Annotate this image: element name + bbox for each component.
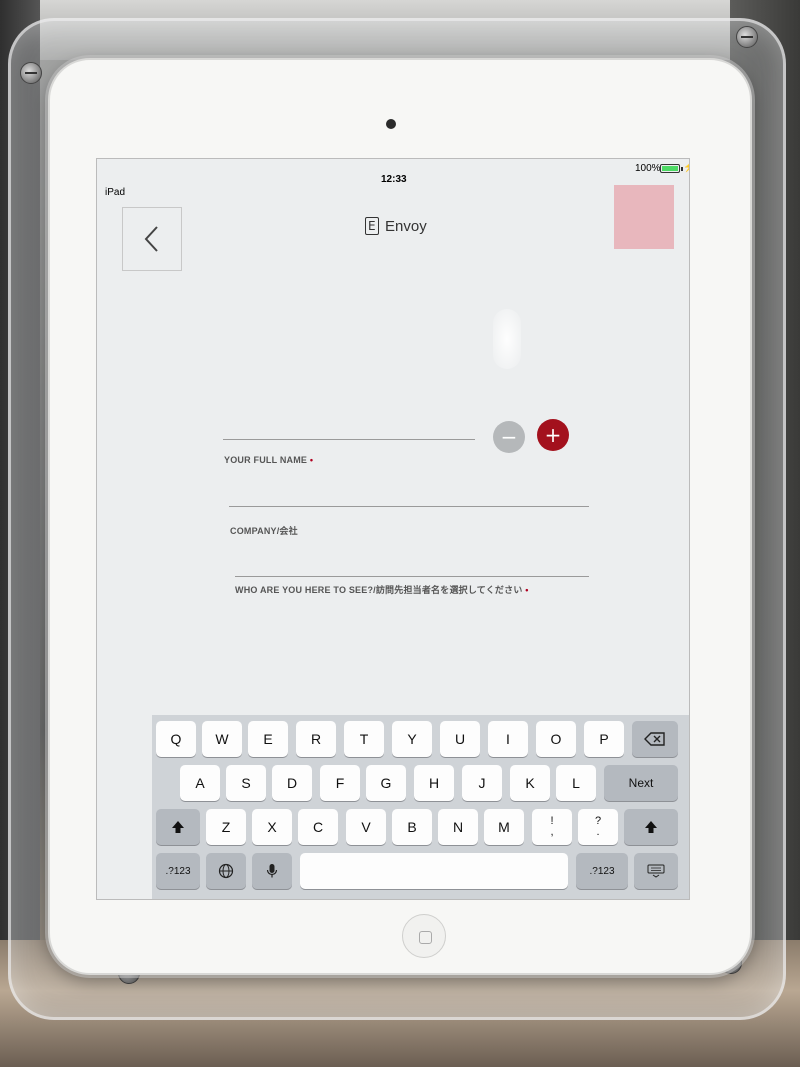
home-button[interactable] [402, 914, 446, 958]
add-guest-button[interactable]: + [537, 419, 569, 451]
key-o[interactable]: O [536, 721, 576, 757]
battery-icon [660, 164, 683, 173]
required-marker: • [309, 455, 314, 465]
key-l[interactable]: L [556, 765, 596, 801]
company-label: COMPANY/会社 [230, 526, 298, 536]
key-k[interactable]: K [510, 765, 550, 801]
host-label: WHO ARE YOU HERE TO SEE?/訪問先担当者名を選択してくださ… [235, 585, 529, 595]
app-brand: Envoy [365, 217, 427, 235]
shift-icon [172, 821, 184, 833]
key-d[interactable]: D [272, 765, 312, 801]
screen-glare [493, 309, 521, 369]
shift-key-right[interactable] [624, 809, 678, 845]
minus-icon: − [500, 425, 518, 449]
key-y[interactable]: Y [392, 721, 432, 757]
status-device: iPad [105, 187, 126, 198]
key-q[interactable]: Q [156, 721, 196, 757]
keyboard-row-1: Q W E R T Y U I O P [152, 721, 689, 757]
key-g[interactable]: G [366, 765, 406, 801]
screw-icon [736, 26, 758, 48]
charging-icon: ⚡ [683, 162, 689, 173]
screw-icon [20, 62, 42, 84]
key-f[interactable]: F [320, 765, 360, 801]
keyboard-row-2: A S D F G H J K L Next [152, 765, 689, 801]
status-battery-percent: 100% [635, 163, 661, 174]
host-field[interactable] [235, 576, 589, 577]
on-screen-keyboard: Q W E R T Y U I O P A S D F G H J K L Ne… [152, 715, 689, 899]
front-camera [386, 119, 396, 129]
backspace-key[interactable] [632, 721, 678, 757]
dismiss-keyboard-key[interactable] [634, 853, 678, 889]
remove-guest-button[interactable]: − [493, 421, 525, 453]
mic-icon [266, 864, 278, 878]
key-e[interactable]: E [248, 721, 288, 757]
plus-icon: + [544, 423, 562, 447]
backspace-icon [644, 732, 665, 746]
key-comma-bottom: , [550, 826, 554, 838]
space-bar[interactable] [300, 853, 568, 889]
dictation-key[interactable] [252, 853, 292, 889]
shift-key[interactable] [156, 809, 200, 845]
globe-icon [218, 863, 234, 879]
next-key[interactable]: Next [604, 765, 678, 801]
key-exclamation-comma[interactable]: ! , [532, 809, 572, 845]
full-name-field[interactable] [223, 439, 475, 440]
key-n[interactable]: N [438, 809, 478, 845]
numbers-key[interactable]: .?123 [156, 853, 200, 889]
key-p[interactable]: P [584, 721, 624, 757]
envoy-logo-icon [365, 217, 379, 235]
company-field[interactable] [229, 506, 589, 507]
chevron-left-icon [144, 226, 158, 252]
key-h[interactable]: H [414, 765, 454, 801]
key-u[interactable]: U [440, 721, 480, 757]
full-name-label: YOUR FULL NAME • [224, 455, 314, 465]
key-z[interactable]: Z [206, 809, 246, 845]
numbers-key-right[interactable]: .?123 [576, 853, 628, 889]
brand-name: Envoy [385, 217, 427, 235]
key-v[interactable]: V [346, 809, 386, 845]
required-marker: • [525, 585, 529, 595]
key-s[interactable]: S [226, 765, 266, 801]
key-b[interactable]: B [392, 809, 432, 845]
shift-icon [645, 821, 657, 833]
keyboard-row-4: .?123 .?123 [152, 853, 689, 889]
corner-swatch [614, 185, 674, 249]
key-m[interactable]: M [484, 809, 524, 845]
key-question-period[interactable]: ? . [578, 809, 618, 845]
key-t[interactable]: T [344, 721, 384, 757]
key-r[interactable]: R [296, 721, 336, 757]
key-w[interactable]: W [202, 721, 242, 757]
key-i[interactable]: I [488, 721, 528, 757]
status-time: 12:33 [381, 174, 407, 185]
key-period-bottom: . [596, 826, 600, 838]
key-a[interactable]: A [180, 765, 220, 801]
keyboard-row-3: Z X C V B N M ! , ? . [152, 809, 689, 845]
key-c[interactable]: C [298, 809, 338, 845]
key-x[interactable]: X [252, 809, 292, 845]
key-j[interactable]: J [462, 765, 502, 801]
app-screen: iPad 12:33 100% ⚡ Envoy YOUR FULL NAME •… [96, 158, 690, 900]
keyboard-dismiss-icon [647, 864, 665, 878]
back-button[interactable] [122, 207, 182, 271]
globe-key[interactable] [206, 853, 246, 889]
